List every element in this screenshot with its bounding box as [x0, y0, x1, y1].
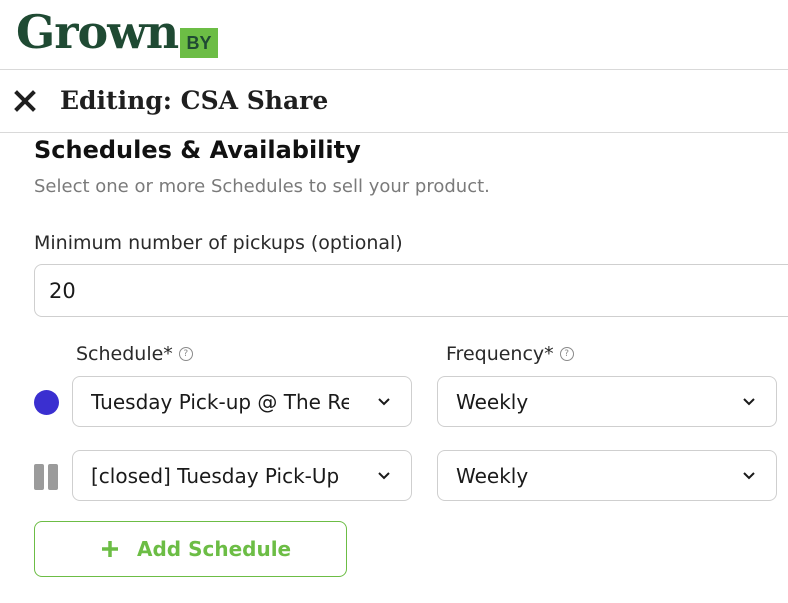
logo-by-badge: BY — [180, 28, 218, 58]
section-title: Schedules & Availability — [34, 136, 361, 164]
logo-word: Grown — [16, 5, 179, 59]
chevron-down-icon — [743, 472, 755, 480]
top-bar: Grown BY — [0, 0, 788, 70]
frequency-select[interactable]: Weekly — [437, 450, 777, 501]
schedule-select-value: [closed] Tuesday Pick-Up — [91, 464, 340, 488]
frequency-select-value: Weekly — [456, 464, 529, 488]
min-pickups-label: Minimum number of pickups (optional) — [34, 232, 403, 254]
editing-title-bar: Editing: CSA Share — [0, 70, 788, 133]
frequency-label-text: Frequency* — [446, 343, 554, 365]
question-circle-icon[interactable]: ? — [559, 347, 574, 361]
schedule-column-label: Schedule* ? — [76, 342, 193, 366]
frequency-select[interactable]: Weekly — [437, 376, 777, 427]
close-icon[interactable] — [12, 88, 38, 114]
schedule-select[interactable]: [closed] Tuesday Pick-Up — [72, 450, 412, 501]
question-circle-icon[interactable]: ? — [178, 347, 193, 361]
chevron-down-icon — [378, 472, 390, 480]
add-schedule-button[interactable]: Add Schedule — [34, 521, 347, 577]
chevron-down-icon — [743, 398, 755, 406]
frequency-select-value: Weekly — [456, 390, 529, 414]
pause-icon — [34, 464, 59, 490]
schedule-label-text: Schedule* — [76, 343, 173, 365]
schedule-select[interactable]: Tuesday Pick-up @ The Re — [72, 376, 412, 427]
page-title: Editing: CSA Share — [60, 86, 329, 115]
schedule-select-value: Tuesday Pick-up @ The Re — [91, 390, 349, 414]
schedule-color-dot — [34, 390, 59, 415]
chevron-down-icon — [378, 398, 390, 406]
min-pickups-input[interactable] — [34, 264, 788, 317]
frequency-column-label: Frequency* ? — [446, 342, 574, 366]
plus-icon — [102, 541, 118, 557]
add-schedule-label: Add Schedule — [137, 537, 292, 561]
section-subtitle: Select one or more Schedules to sell you… — [34, 176, 490, 197]
